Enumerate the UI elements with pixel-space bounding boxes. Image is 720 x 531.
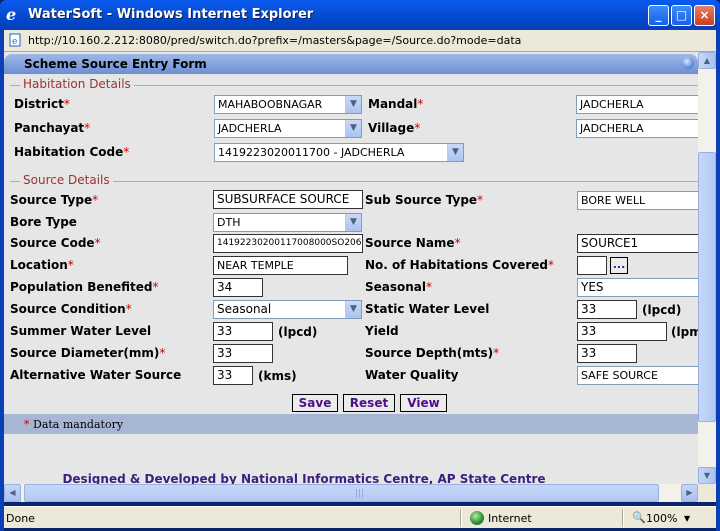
horizontal-scrollbar[interactable]: ◀ ||| ▶ [4,484,698,502]
maximize-button[interactable]: □ [671,5,692,26]
view-button[interactable]: View [400,394,447,412]
grip-icon: ||| [355,489,365,499]
page-icon: e [8,33,22,47]
chevron-down-icon[interactable]: ▼ [345,301,361,318]
title-bar[interactable]: e WaterSoft - Windows Internet Explorer … [0,0,720,30]
district-label: District* [14,97,70,111]
chevron-down-icon[interactable]: ▼ [345,96,361,113]
bore-type-label: Bore Type [10,215,77,229]
habitation-code-label: Habitation Code* [14,145,130,159]
status-separator [460,509,462,527]
yield-label: Yield [365,324,399,338]
source-depth-field[interactable]: 33 [577,344,637,363]
help-icon[interactable] [682,57,694,69]
sub-source-type-field[interactable]: BORE WELL [577,191,698,210]
form-title: Scheme Source Entry Form [24,57,207,71]
address-bar[interactable]: e http://10.160.2.212:8080/pred/switch.d… [4,30,716,52]
source-code-field[interactable]: 14192230200117008000SO2060 [213,234,363,253]
window-title: WaterSoft - Windows Internet Explorer [28,7,314,22]
summer-water-level-field[interactable]: 33 [213,322,273,341]
source-name-field[interactable]: SOURCE1 [577,234,698,253]
habitations-covered-field[interactable] [577,256,607,275]
source-details-legend: Source Details [20,173,113,187]
district-select[interactable]: MAHABOOBNAGAR ▼ [214,95,362,114]
water-quality-field[interactable]: SAFE SOURCE [577,366,698,385]
chevron-down-icon[interactable]: ▼ [345,120,361,137]
save-button[interactable]: Save [292,394,338,412]
static-water-level-label: Static Water Level [365,302,490,316]
ie-icon: e [6,5,17,24]
chevron-down-icon[interactable]: ▼ [345,214,361,231]
mandatory-note: * Data mandatory [24,418,124,431]
status-text: Done [6,512,35,525]
url-text[interactable]: http://10.160.2.212:8080/pred/switch.do?… [28,34,521,47]
scroll-down-icon[interactable]: ▼ [698,467,716,484]
seasonal-label: Seasonal* [365,280,433,294]
vertical-scrollbar[interactable]: ▲ ▼ [698,52,716,484]
source-type-field[interactable]: SUBSURFACE SOURCE [213,190,363,209]
population-label: Population Benefited* [10,280,159,294]
yield-unit: (lpm [671,325,698,339]
village-field[interactable]: JADCHERLA [576,119,698,138]
sub-source-type-label: Sub Source Type* [365,193,484,207]
source-code-label: Source Code* [10,236,101,250]
security-zone[interactable]: Internet [488,512,532,525]
page-content: Scheme Source Entry Form Habitation Deta… [4,52,698,484]
reset-button[interactable]: Reset [343,394,395,412]
status-separator [622,509,624,527]
source-depth-label: Source Depth(mts)* [365,346,500,360]
scroll-up-icon[interactable]: ▲ [698,52,716,69]
vertical-scroll-thumb[interactable] [698,152,716,422]
population-field[interactable]: 34 [213,278,263,297]
alternative-source-field[interactable]: 33 [213,366,253,385]
close-button[interactable]: × [694,5,715,26]
window-frame-right [716,30,720,531]
svg-text:e: e [12,37,17,47]
mandal-field[interactable]: JADCHERLA [576,95,698,114]
summer-water-level-unit: (lpcd) [278,325,318,339]
habitations-covered-label: No. of Habitations Covered* [365,258,554,272]
status-bar: Done Internet 🔍 100% ▼ [4,506,716,528]
horizontal-scroll-thumb[interactable]: ||| [24,484,659,502]
habitation-details-legend: Habitation Details [20,77,134,91]
alternative-source-unit: (kms) [258,369,297,383]
zoom-level[interactable]: 100% [646,512,677,525]
static-water-level-unit: (lpcd) [642,303,682,317]
source-type-label: Source Type* [10,193,99,207]
summer-water-level-label: Summer Water Level [10,324,152,338]
yield-field[interactable]: 33 [577,322,667,341]
scroll-right-icon[interactable]: ▶ [681,484,698,502]
source-name-label: Source Name* [365,236,461,250]
panchayat-select[interactable]: JADCHERLA ▼ [214,119,362,138]
static-water-level-field[interactable]: 33 [577,300,637,319]
scrollbar-corner [698,484,716,502]
habitations-lookup-button[interactable]: ... [610,257,628,274]
water-quality-label: Water Quality [365,368,459,382]
form-header: Scheme Source Entry Form [4,54,698,74]
source-diameter-field[interactable]: 33 [213,344,273,363]
footer-credit: Designed & Developed by National Informa… [62,472,546,484]
location-label: Location* [10,258,74,272]
minimize-button[interactable]: _ [648,5,669,26]
zoom-icon[interactable]: 🔍 [632,511,646,524]
bore-type-select[interactable]: DTH ▼ [213,213,362,232]
scroll-left-icon[interactable]: ◀ [4,484,21,502]
village-label: Village* [368,121,421,135]
source-condition-select[interactable]: Seasonal ▼ [213,300,362,319]
location-field[interactable]: NEAR TEMPLE [213,256,348,275]
internet-zone-icon [470,511,484,525]
habitation-code-select[interactable]: 1419223020011700 - JADCHERLA ▼ [214,143,464,162]
seasonal-field[interactable]: YES [577,278,698,297]
panchayat-label: Panchayat* [14,121,91,135]
alternative-source-label: Alternative Water Source [10,368,182,382]
chevron-down-icon[interactable]: ▼ [447,144,463,161]
source-condition-label: Source Condition* [10,302,132,316]
source-diameter-label: Source Diameter(mm)* [10,346,166,360]
mandal-label: Mandal* [368,97,424,111]
chevron-down-icon[interactable]: ▼ [684,514,690,523]
